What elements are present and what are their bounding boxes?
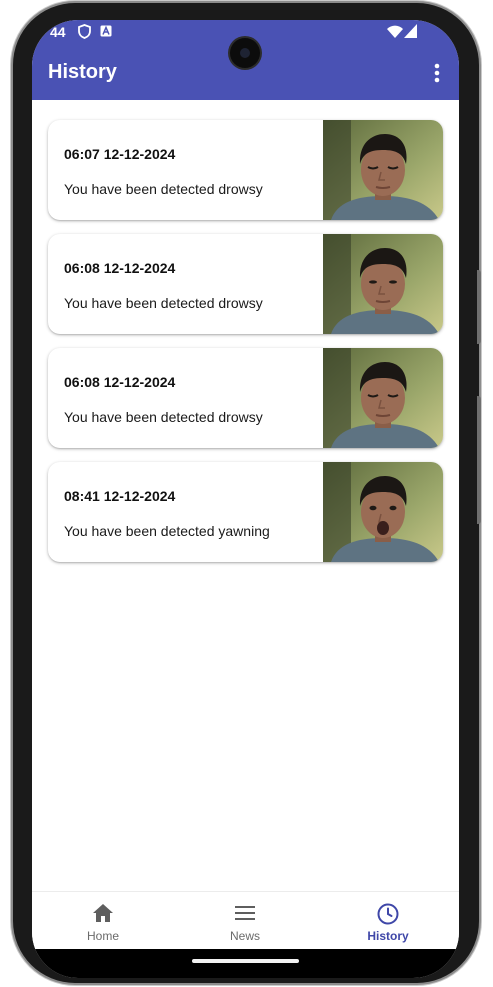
history-datetime: 08:41 12-12-2024 [64, 488, 176, 504]
nav-news[interactable]: News [174, 892, 316, 950]
shield-icon [78, 24, 91, 39]
status-time: 44 [50, 24, 66, 40]
nav-news-label: News [229, 929, 260, 943]
gesture-navigation-area [32, 949, 459, 978]
gesture-handle[interactable] [192, 959, 299, 963]
nav-home[interactable]: Home [32, 892, 174, 950]
menu-lines-icon [235, 906, 255, 920]
detection-photo [323, 120, 443, 220]
home-icon [93, 904, 113, 922]
history-datetime: 06:08 12-12-2024 [64, 260, 176, 276]
signal-icon [404, 24, 417, 38]
phone-screen: 44 History 06:07 12-12-2024 You have bee… [32, 20, 459, 978]
history-card[interactable]: 08:41 12-12-2024 You have been detected y… [48, 462, 443, 562]
history-message: You have been detected drowsy [64, 295, 263, 311]
power-button [477, 270, 481, 344]
device-stage: 44 History 06:07 12-12-2024 You have bee… [0, 0, 493, 987]
history-message: You have been detected drowsy [64, 409, 263, 425]
history-datetime: 06:08 12-12-2024 [64, 374, 176, 390]
clock-icon [377, 903, 399, 925]
history-list: 06:07 12-12-2024 You have been detected d… [48, 120, 443, 576]
history-datetime: 06:07 12-12-2024 [64, 146, 176, 162]
detection-photo [323, 462, 443, 562]
page-title: History [48, 61, 117, 83]
nav-home-label: Home [86, 929, 119, 943]
detection-photo [323, 234, 443, 334]
a-badge-icon [100, 25, 112, 37]
nav-history-label: History [367, 929, 409, 943]
history-card[interactable]: 06:08 12-12-2024 You have been detected d… [48, 234, 443, 334]
history-message: You have been detected drowsy [64, 181, 263, 197]
wifi-icon [387, 25, 403, 38]
history-card[interactable]: 06:08 12-12-2024 You have been detected d… [48, 348, 443, 448]
bottom-navigation: Home News History [32, 891, 459, 950]
front-camera [230, 38, 260, 68]
top-app-bar: 44 History [32, 20, 459, 100]
history-message: You have been detected yawning [64, 523, 270, 539]
history-card[interactable]: 06:07 12-12-2024 You have been detected d… [48, 120, 443, 220]
nav-history[interactable]: History [317, 892, 459, 950]
detection-photo [323, 348, 443, 448]
volume-button [477, 396, 481, 524]
more-vert-icon[interactable] [426, 60, 448, 86]
